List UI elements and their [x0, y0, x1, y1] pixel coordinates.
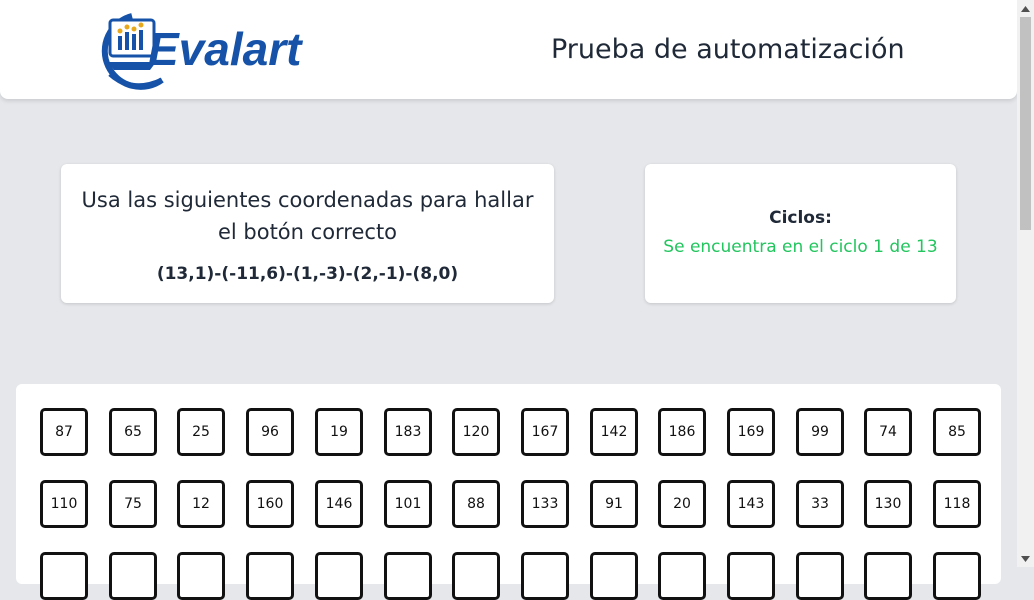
button-grid-panel: 87 65 25 96 19 183 120 167 142 186 169 99 74 85 110 75 1…	[16, 384, 1001, 600]
grid-button[interactable]	[590, 552, 638, 600]
grid-button[interactable]: 169	[727, 408, 775, 456]
grid-button[interactable]: 142	[590, 408, 638, 456]
grid-button[interactable]: 65	[109, 408, 157, 456]
grid-button[interactable]: 133	[521, 480, 569, 528]
grid-button[interactable]	[177, 552, 225, 600]
grid-button[interactable]: 183	[384, 408, 432, 456]
page-title: Prueba de automatización	[551, 34, 905, 65]
grid-button[interactable]: 146	[315, 480, 363, 528]
logo-wordmark: Evalart	[148, 23, 303, 75]
grid-button[interactable]: 130	[864, 480, 912, 528]
grid-button[interactable]	[109, 552, 157, 600]
grid-button[interactable]: 120	[452, 408, 500, 456]
triangle-up-icon	[1021, 5, 1030, 12]
grid-button[interactable]: 96	[246, 408, 294, 456]
grid-button[interactable]: 118	[933, 480, 981, 528]
coordinates-text: (13,1)-(-11,6)-(1,-3)-(2,-1)-(8,0)	[156, 264, 459, 284]
triangle-down-icon	[1021, 555, 1030, 562]
grid-button[interactable]	[40, 552, 88, 600]
grid-button[interactable]	[384, 552, 432, 600]
grid-button[interactable]	[521, 552, 569, 600]
grid-button[interactable]: 160	[246, 480, 294, 528]
grid-button[interactable]: 20	[658, 480, 706, 528]
evalart-logo: Evalart	[92, 10, 337, 92]
grid-button[interactable]: 12	[177, 480, 225, 528]
scroll-thumb[interactable]	[1020, 17, 1031, 230]
grid-button[interactable]: 25	[177, 408, 225, 456]
header: Evalart Prueba de automatización	[0, 0, 1017, 99]
grid-button[interactable]: 75	[109, 480, 157, 528]
grid-button[interactable]: 74	[864, 408, 912, 456]
scroll-up-button[interactable]	[1017, 0, 1034, 17]
grid-button[interactable]: 85	[933, 408, 981, 456]
grid-button[interactable]: 110	[40, 480, 88, 528]
grid-button[interactable]: 87	[40, 408, 88, 456]
grid-button[interactable]	[727, 552, 775, 600]
grid-button[interactable]: 19	[315, 408, 363, 456]
grid-button[interactable]	[246, 552, 294, 600]
cycles-card: Ciclos: Se encuentra en el ciclo 1 de 13	[645, 164, 956, 303]
grid-button[interactable]: 91	[590, 480, 638, 528]
instructions-text: Usa las siguientes coordenadas para hall…	[81, 188, 534, 244]
grid-button[interactable]: 186	[658, 408, 706, 456]
grid-button[interactable]	[658, 552, 706, 600]
cycles-label: Ciclos:	[769, 208, 832, 228]
grid-button[interactable]: 101	[384, 480, 432, 528]
grid-button[interactable]	[315, 552, 363, 600]
evalart-logo-icon: Evalart	[101, 13, 303, 90]
grid-button[interactable]: 167	[521, 408, 569, 456]
scroll-down-button[interactable]	[1017, 550, 1034, 567]
grid-button[interactable]	[452, 552, 500, 600]
grid-button[interactable]: 88	[452, 480, 500, 528]
grid-button[interactable]: 143	[727, 480, 775, 528]
grid-button[interactable]: 99	[796, 408, 844, 456]
cycles-status: Se encuentra en el ciclo 1 de 13	[663, 237, 938, 257]
vertical-scrollbar[interactable]	[1017, 0, 1034, 567]
grid-button[interactable]: 33	[796, 480, 844, 528]
grid-button[interactable]	[864, 552, 912, 600]
grid-button[interactable]	[933, 552, 981, 600]
grid-button[interactable]	[796, 552, 844, 600]
instructions-card: Usa las siguientes coordenadas para hall…	[61, 164, 554, 303]
